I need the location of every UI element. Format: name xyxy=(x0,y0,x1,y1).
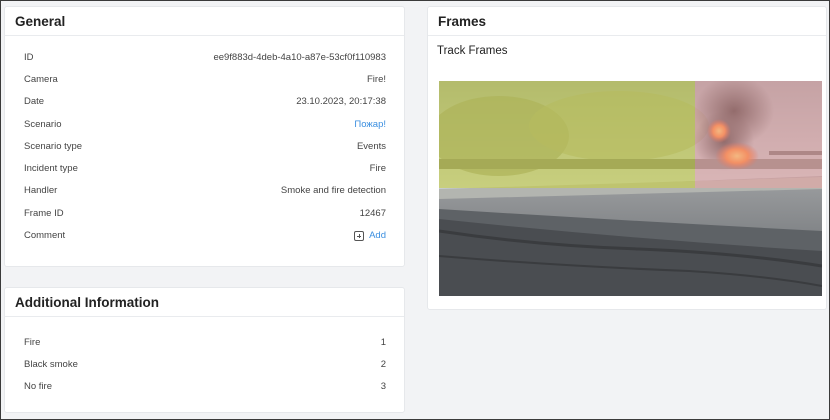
info-row-date: Date 23.10.2023, 20:17:38 xyxy=(24,91,386,113)
camera-value: Fire! xyxy=(367,73,386,85)
camera-label: Camera xyxy=(24,73,58,85)
scenario-label: Scenario xyxy=(24,118,62,130)
info-row-fire: Fire 1 xyxy=(24,331,386,353)
info-row-handler: Handler Smoke and fire detection xyxy=(24,180,386,202)
date-value: 23.10.2023, 20:17:38 xyxy=(296,96,386,108)
additional-info-panel: Additional Information Fire 1 Black smok… xyxy=(4,287,405,413)
add-comment-label: Add xyxy=(369,230,386,242)
info-row-id: ID ee9f883d-4deb-4a10-a87e-53cf0f110983 xyxy=(24,46,386,68)
handler-value: Smoke and fire detection xyxy=(280,185,386,197)
frames-title: Frames xyxy=(428,7,826,36)
info-row-scenario: Scenario Пожар! xyxy=(24,113,386,135)
incident-type-label: Incident type xyxy=(24,163,78,175)
info-row-scenario-type: Scenario type Events xyxy=(24,135,386,157)
track-frame-image[interactable] xyxy=(439,81,822,296)
fire-count: 1 xyxy=(380,336,386,348)
incident-type-value: Fire xyxy=(369,163,386,175)
no-fire-count: 3 xyxy=(380,381,386,393)
general-panel: General ID ee9f883d-4deb-4a10-a87e-53cf0… xyxy=(4,6,405,267)
scenario-link[interactable]: Пожар! xyxy=(354,119,386,130)
comment-label: Comment xyxy=(24,230,66,242)
info-row-comment: Comment Add xyxy=(24,224,386,246)
handler-label: Handler xyxy=(24,185,58,197)
frame-id-value: 12467 xyxy=(359,207,386,219)
id-label: ID xyxy=(24,51,34,63)
fire-label: Fire xyxy=(24,336,41,348)
scenario-type-label: Scenario type xyxy=(24,140,83,152)
dashcam-frame-illustration xyxy=(439,81,822,296)
info-row-frame-id: Frame ID 12467 xyxy=(24,202,386,224)
frame-id-label: Frame ID xyxy=(24,207,64,219)
additional-info-list: Fire 1 Black smoke 2 No fire 3 xyxy=(5,317,404,398)
black-smoke-label: Black smoke xyxy=(24,358,78,370)
info-row-black-smoke: Black smoke 2 xyxy=(24,353,386,375)
general-info-list: ID ee9f883d-4deb-4a10-a87e-53cf0f110983 … xyxy=(5,36,404,247)
black-smoke-count: 2 xyxy=(380,358,386,370)
id-value: ee9f883d-4deb-4a10-a87e-53cf0f110983 xyxy=(213,51,386,63)
plus-square-icon xyxy=(354,230,365,241)
add-comment-button[interactable]: Add xyxy=(354,230,386,241)
info-row-incident-type: Incident type Fire xyxy=(24,157,386,179)
date-label: Date xyxy=(24,96,45,108)
additional-info-title: Additional Information xyxy=(5,288,404,317)
general-title: General xyxy=(5,7,404,36)
frames-panel: Frames Track Frames xyxy=(427,6,827,310)
track-frames-title: Track Frames xyxy=(437,45,508,57)
info-row-camera: Camera Fire! xyxy=(24,68,386,90)
scenario-type-value: Events xyxy=(356,140,386,152)
no-fire-label: No fire xyxy=(24,381,52,393)
info-row-no-fire: No fire 3 xyxy=(24,376,386,398)
